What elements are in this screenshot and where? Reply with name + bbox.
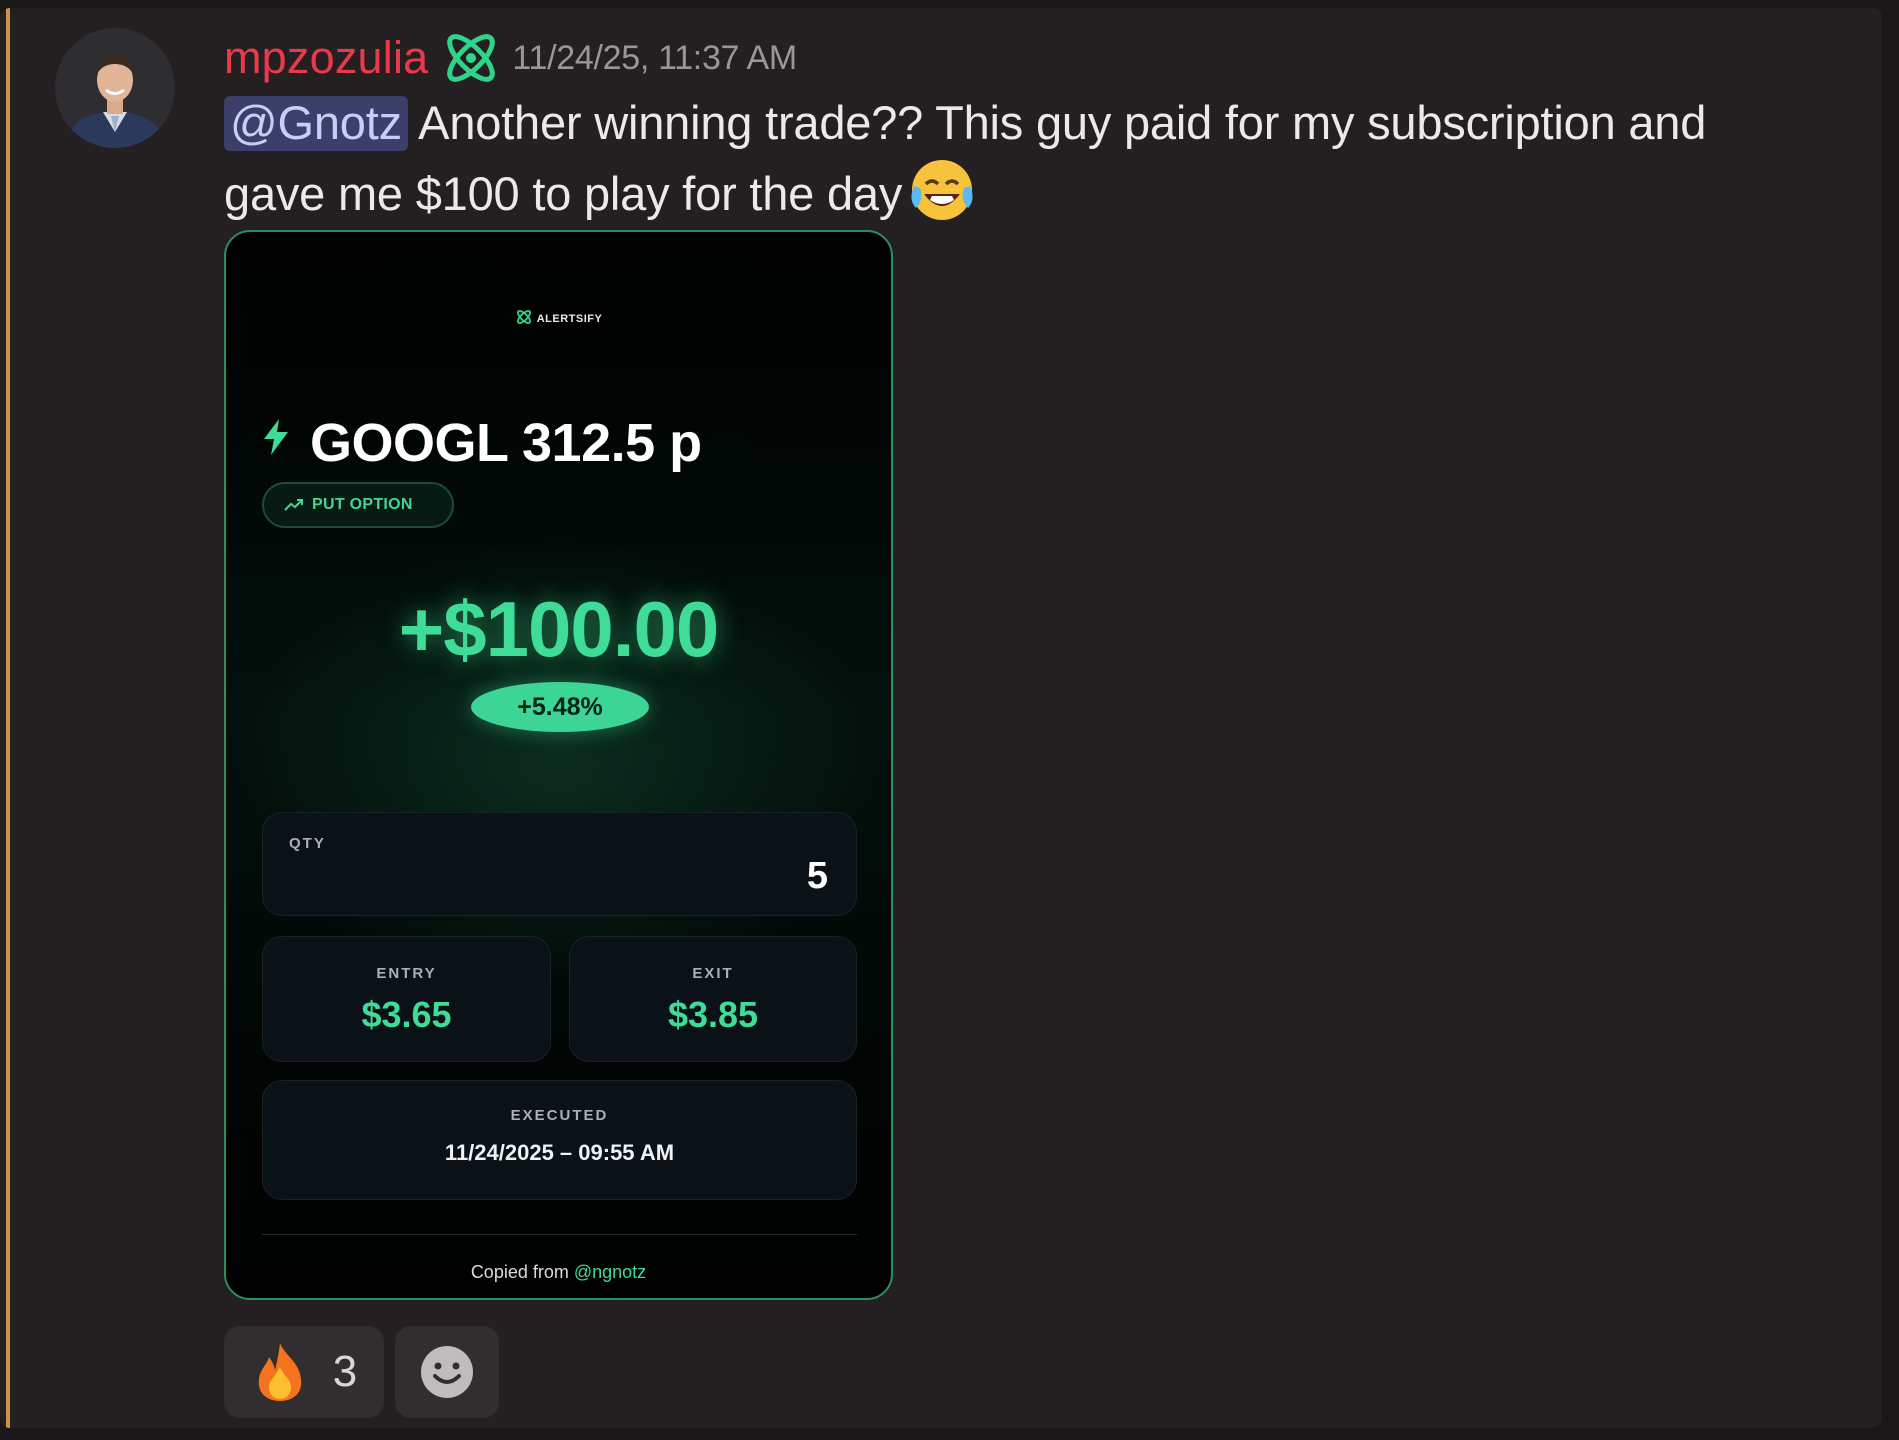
highlight-accent-bar [6,8,10,1428]
ticker-symbol: GOOGL 312.5 p [310,413,702,473]
fire-icon [258,1343,302,1401]
avatar[interactable] [55,28,175,148]
reaction-fire[interactable]: 3 [224,1326,384,1418]
option-type-label: PUT OPTION [312,496,413,513]
qty-value: 5 [806,855,828,897]
alertsify-logo-icon [516,310,531,324]
trade-card-image[interactable]: ALERTSIFY GOOGL 312.5 p PUT OPTION +$100… [224,230,893,1300]
message-panel: mpzozulia 11/24/25, 11:37 AM @Gnotz Anot… [0,8,1882,1428]
ticker-row: GOOGL 312.5 p [262,412,702,474]
entry-price: $3.65 [361,994,452,1035]
server-tag-atom-icon[interactable] [438,27,504,89]
add-reaction-button[interactable] [395,1326,499,1418]
profit-percent-badge: +5.48% [471,682,649,732]
qty-label: QTY [289,835,326,852]
message-timestamp[interactable]: 11/24/25, 11:37 AM [512,39,797,78]
trend-arrow-icon [284,499,303,511]
exit-label: EXIT [692,965,734,982]
message-content: @Gnotz Another winning trade?? This guy … [224,90,1784,227]
message-header: mpzozulia 11/24/25, 11:37 AM [224,30,797,86]
avatar-photo [55,28,175,148]
exit-box: EXIT $3.85 [569,936,857,1062]
user-mention[interactable]: @Gnotz [224,96,408,151]
executed-datetime: 11/24/2025 – 09:55 AM [444,1140,675,1165]
profit-amount: +$100.00 [398,585,720,673]
brand-name: ALERTSIFY [536,313,603,325]
face-with-tears-of-joy-icon [911,160,973,220]
entry-box: ENTRY $3.65 [262,936,551,1062]
card-brand: ALERTSIFY [226,308,891,326]
qty-box: QTY 5 [262,812,857,916]
executed-box: EXECUTED 11/24/2025 – 09:55 AM [262,1080,857,1200]
reaction-count: 3 [332,1347,358,1396]
lightning-bolt-icon [264,419,288,455]
exit-price: $3.85 [667,994,759,1035]
entry-label: ENTRY [376,965,437,982]
copied-from-prefix: Copied from [470,1262,574,1282]
card-divider [262,1234,857,1235]
copied-from-handle: @ngnotz [573,1262,647,1282]
option-type-badge: PUT OPTION [262,482,454,528]
executed-label: EXECUTED [510,1107,609,1124]
username[interactable]: mpzozulia [224,32,428,84]
smiley-add-reaction-icon [421,1346,473,1398]
copied-from-footer: Copied from @ngnotz [226,1262,891,1283]
